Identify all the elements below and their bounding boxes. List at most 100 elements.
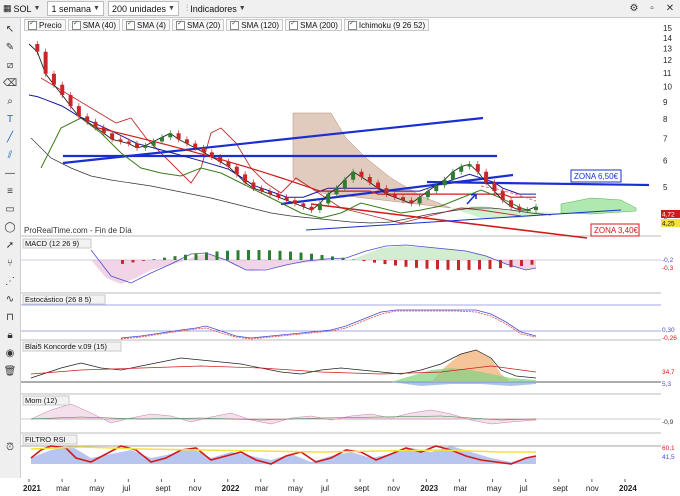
fibonacci-icon[interactable]: ≡ (3, 184, 17, 198)
candle-body (343, 180, 347, 188)
arrow-icon[interactable]: ➚ (3, 238, 17, 252)
candle-body (52, 74, 56, 85)
magnet-icon[interactable]: ⊓ (3, 310, 17, 324)
price-tick-label: 8 (663, 115, 668, 124)
horizontal-line-icon[interactable]: ― (3, 166, 17, 180)
macd-histogram-bar (195, 253, 198, 260)
time-axis: 2021marmayjulseptnov2022marmayjulseptnov… (21, 479, 661, 494)
candle-body (152, 141, 156, 145)
stochastic-panel (21, 305, 661, 339)
cursor-icon[interactable]: ↖ (3, 22, 17, 36)
price-axis: 151413121110987654 4,72 4,25 -0,2 -0,3 0… (661, 18, 680, 478)
checkbox-icon (126, 21, 135, 30)
macd-panel (21, 245, 661, 284)
koncorde-label-1: 34,7 (662, 369, 675, 376)
gann-icon[interactable]: ⋰ (3, 274, 17, 288)
macd-histogram-bar (457, 260, 460, 270)
macd-histogram-bar (426, 260, 429, 269)
candle-body (484, 172, 488, 183)
minimize-icon[interactable]: ▫ (646, 2, 658, 14)
legend-sma200[interactable]: SMA (200) (285, 19, 342, 31)
pitchfork-icon[interactable]: ⑂ (3, 256, 17, 270)
settings-icon[interactable]: ⚙ (628, 2, 640, 14)
macd-histogram-bar (363, 260, 366, 261)
time-tick-label: 2021 (23, 484, 41, 493)
trendline-icon[interactable]: ╱ (3, 130, 17, 144)
candle-body (301, 203, 305, 206)
zoom-icon[interactable]: ⌕ (3, 94, 17, 108)
legend-sma20-label: SMA (20) (187, 21, 220, 30)
macd-histogram-bar (300, 253, 303, 260)
legend-price[interactable]: Precio (24, 19, 66, 31)
channel-icon[interactable]: ⫽ (3, 148, 17, 162)
candle-body (235, 167, 239, 175)
macd-histogram-bar (289, 252, 292, 260)
momentum-panel (21, 404, 661, 424)
drawing-toolbar: ↖ ✎ ⧄ ⌫ ⌕ T ╱ ⫽ ― ≡ ▭ ◯ ➚ ⑂ ⋰ ∿ ⊓ 🔒︎ ◉ 🗑… (0, 18, 21, 478)
macd-histogram-bar (342, 258, 345, 260)
candle-body (426, 191, 430, 197)
macd-histogram-bar (142, 260, 145, 261)
price-tick-label: 5 (663, 183, 668, 192)
time-tick-label: mar (56, 484, 70, 493)
candle-body (193, 144, 197, 148)
macd-histogram-bar (205, 252, 208, 260)
macd-title: MACD (12 26 9) (25, 239, 80, 248)
candle-body (409, 200, 413, 203)
chart-canvas: ZONA 6,50€ ZONA 3,40€ ProRealTime.com - … (21, 18, 661, 478)
macd-label-2: -0,3 (662, 265, 674, 272)
candle-body (168, 133, 172, 137)
pencil-icon[interactable]: ✎ (3, 40, 17, 54)
cycle-icon[interactable]: ∿ (3, 292, 17, 306)
symbol-selector[interactable]: ▦ SOL ▼ (0, 2, 43, 15)
macd-histogram-bar (310, 254, 313, 260)
candle-body (534, 207, 538, 210)
candle-body (218, 157, 222, 162)
rsi-label-2: 41,5 (662, 454, 675, 461)
alert-icon[interactable]: ⏰︎ (3, 440, 17, 454)
macd-histogram-bar (478, 260, 481, 270)
checkbox-icon (28, 21, 37, 30)
ruler-icon[interactable]: ⧄ (3, 58, 17, 72)
lock-icon[interactable]: 🔒︎ (3, 328, 17, 342)
indicators-icon: ⫶ (186, 3, 188, 14)
macd-histogram-bar (184, 255, 187, 260)
eraser-icon[interactable]: ⌫ (3, 76, 17, 90)
chevron-down-icon: ▼ (34, 5, 41, 12)
close-icon[interactable]: ✕ (664, 2, 676, 14)
price-tick-label: 10 (663, 83, 672, 92)
price-label-1: 4,72 (662, 212, 675, 219)
legend-sma40[interactable]: SMA (40) (68, 19, 120, 31)
units-selector[interactable]: 200 unidades ▼ (108, 1, 179, 16)
legend-sma20[interactable]: SMA (20) (172, 19, 224, 31)
candle-body (310, 207, 314, 210)
legend-price-label: Precio (39, 21, 62, 30)
trash-icon[interactable]: 🗑︎ (3, 364, 17, 378)
legend-ichimoku[interactable]: Ichimoku (9 26 52) (344, 19, 429, 31)
candle-body (476, 164, 480, 172)
macd-histogram-bar (258, 250, 261, 260)
stoch-label-2: -0,26 (662, 335, 677, 342)
koncorde-panel (21, 350, 661, 386)
time-tick-label: 2023 (420, 484, 438, 493)
ellipse-icon[interactable]: ◯ (3, 220, 17, 234)
macd-histogram-bar (226, 251, 229, 260)
candle-body (85, 116, 89, 121)
candle-body (44, 52, 48, 74)
chart-area[interactable]: ZONA 6,50€ ZONA 3,40€ ProRealTime.com - … (21, 18, 661, 478)
indicators-button[interactable]: ⫶ Indicadores ▼ (183, 2, 249, 15)
candle-body (459, 167, 463, 172)
text-icon[interactable]: T (3, 112, 17, 126)
candle-body (401, 197, 405, 200)
chevron-down-icon: ▼ (93, 5, 100, 12)
trendline-blue-lower (306, 210, 621, 230)
legend-sma4[interactable]: SMA (4) (122, 19, 170, 31)
checkbox-icon (348, 21, 357, 30)
timeframe-selector[interactable]: 1 semana ▼ (47, 1, 103, 16)
rectangle-icon[interactable]: ▭ (3, 202, 17, 216)
candle-body (226, 162, 230, 167)
candle-body (77, 106, 81, 116)
legend-sma120[interactable]: SMA (120) (226, 19, 283, 31)
eye-icon[interactable]: ◉ (3, 346, 17, 360)
price-tick-label: 6 (663, 157, 668, 166)
